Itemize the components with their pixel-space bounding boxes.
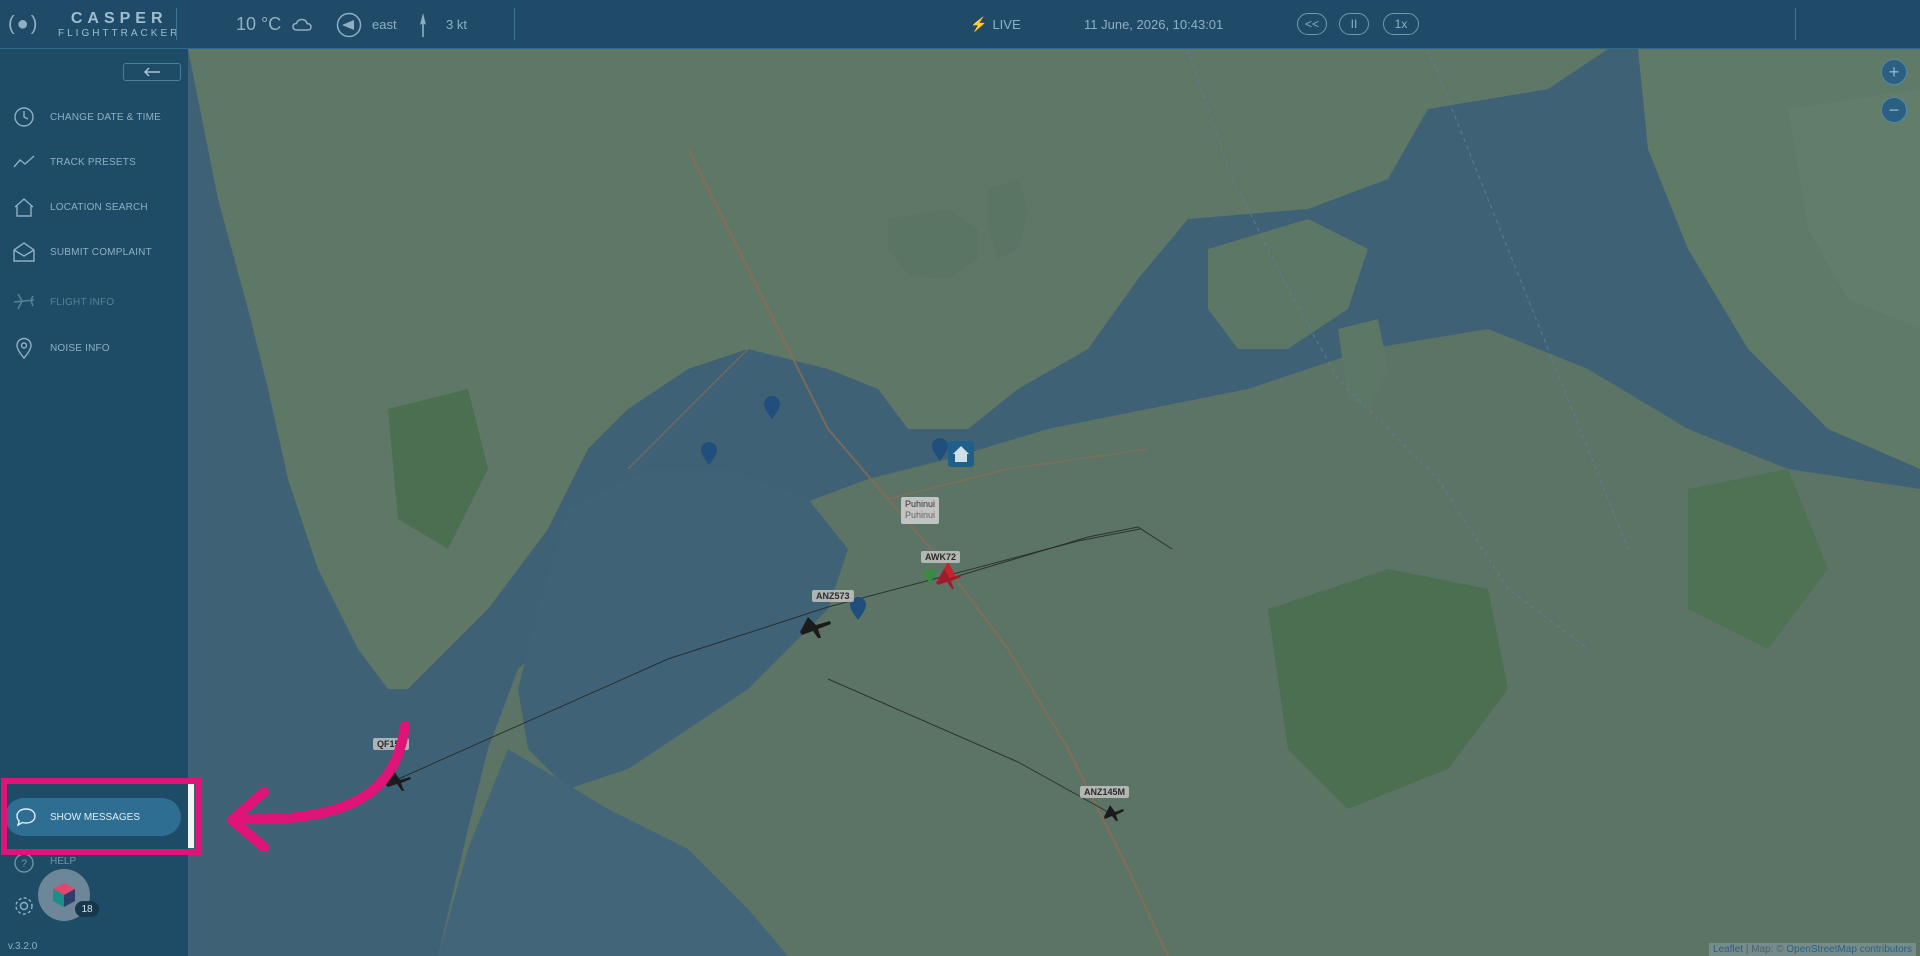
- sidebar-item-label: CHANGE DATE & TIME: [50, 111, 162, 123]
- current-datetime: 11 June, 2026, 10:43:01: [1084, 17, 1224, 32]
- callout-arrow-icon: [227, 721, 410, 852]
- sidebar-item-noise-info[interactable]: NOISE INFO: [0, 333, 188, 363]
- logo: CASPER FLIGHTTRACKER: [58, 0, 180, 49]
- map-pin-icon: [16, 337, 32, 359]
- zoom-out-button[interactable]: −: [1881, 97, 1907, 123]
- temperature: 10 °C: [236, 14, 282, 34]
- wind-speed-icon: [416, 0, 430, 49]
- plane-icon: [13, 293, 35, 310]
- logo-line-2: FLIGHTTRACKER: [58, 27, 181, 39]
- cloud-icon: [292, 0, 312, 49]
- playback-speed-button[interactable]: 1x: [1383, 13, 1419, 35]
- wind-speed: 3 kt: [446, 17, 467, 32]
- wind-direction-icon: [336, 0, 362, 49]
- flight-label[interactable]: AWK72: [921, 551, 961, 563]
- version-label: v.3.2.0: [8, 941, 38, 952]
- sidebar-item-submit-complaint[interactable]: SUBMIT COMPLAINT: [0, 237, 188, 267]
- pause-button[interactable]: II: [1339, 13, 1369, 35]
- notification-badge: 18: [75, 901, 99, 917]
- logo-line-1: CASPER: [70, 9, 168, 27]
- sidebar-item-track-presets[interactable]: TRACK PRESETS: [0, 147, 188, 177]
- trend-icon: [13, 155, 35, 168]
- svg-text:?: ?: [21, 858, 27, 870]
- divider: [514, 8, 515, 40]
- help-icon[interactable]: ?: [12, 852, 36, 874]
- place-label[interactable]: Puhinui Puhinui: [901, 497, 940, 524]
- osm-link[interactable]: OpenStreetMap contributors: [1786, 944, 1912, 955]
- sidebar-item-location-search[interactable]: LOCATION SEARCH: [0, 192, 188, 222]
- map-attribution: Leaflet | Map: © OpenStreetMap contribut…: [1709, 943, 1916, 956]
- flight-label[interactable]: ANZ573: [812, 590, 854, 602]
- sidebar-item-label: TRACK PRESETS: [50, 156, 136, 168]
- divider: [176, 8, 177, 40]
- flighttracker-app: (●) CASPER FLIGHTTRACKER 10 °C east 3 kt…: [0, 0, 1920, 956]
- leaflet-link[interactable]: Leaflet: [1713, 944, 1743, 955]
- logo-icon: (●): [8, 13, 40, 35]
- sidebar-item-flight-info[interactable]: FLIGHT INFO: [0, 287, 188, 317]
- home-marker[interactable]: [948, 441, 974, 467]
- zoom-in-button[interactable]: +: [1881, 59, 1907, 85]
- map[interactable]: QF158 ANZ573 AWK72 ANZ145M Puhinui Puhin…: [188, 49, 1920, 956]
- place-label-name: Puhinui: [905, 499, 936, 509]
- help-label[interactable]: HELP: [50, 856, 76, 867]
- clock-icon: [14, 107, 34, 127]
- sidebar-item-label: FLIGHT INFO: [50, 296, 115, 308]
- envelope-icon: [13, 242, 35, 262]
- sidebar-item-change-date-time[interactable]: CHANGE DATE & TIME: [0, 102, 188, 132]
- highlight-box: [1, 778, 202, 855]
- collapse-sidebar-button[interactable]: [123, 63, 181, 81]
- gear-icon[interactable]: [12, 894, 36, 918]
- live-label: LIVE: [992, 17, 1021, 32]
- lightning-icon: ⚡: [970, 16, 988, 32]
- place-label-sub: Puhinui: [905, 510, 936, 521]
- rewind-button[interactable]: <<: [1297, 13, 1327, 35]
- arrow-left-icon: [143, 67, 160, 77]
- top-bar: (●) CASPER FLIGHTTRACKER 10 °C east 3 kt…: [0, 0, 1920, 49]
- attribution-text: | Map: ©: [1745, 944, 1787, 955]
- wind-direction: east: [372, 17, 397, 32]
- live-indicator[interactable]: ⚡ LIVE: [970, 0, 1021, 49]
- map-canvas: [188, 49, 1920, 956]
- flight-label[interactable]: ANZ145M: [1080, 786, 1130, 798]
- home-icon: [14, 198, 34, 217]
- divider: [1795, 8, 1796, 40]
- sidebar-item-label: LOCATION SEARCH: [50, 201, 148, 213]
- sidebar-item-label: SUBMIT COMPLAINT: [50, 246, 152, 258]
- sidebar-item-label: NOISE INFO: [50, 342, 110, 354]
